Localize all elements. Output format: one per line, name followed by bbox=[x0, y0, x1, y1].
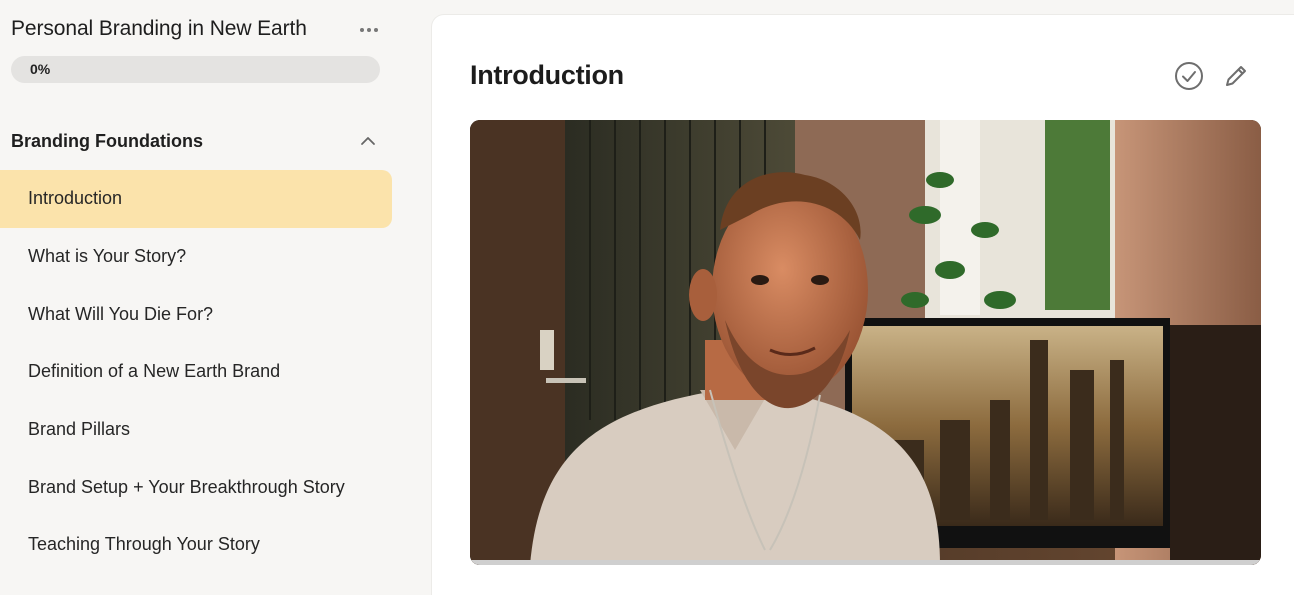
lesson-item-brand-setup[interactable]: Brand Setup + Your Breakthrough Story bbox=[0, 458, 392, 516]
lesson-item-what-will-you-die-for[interactable]: What Will You Die For? bbox=[0, 285, 392, 343]
course-sidebar: Personal Branding in New Earth 0% Brandi… bbox=[0, 0, 410, 577]
pencil-icon[interactable] bbox=[1220, 60, 1252, 92]
lesson-item-what-is-your-story[interactable]: What is Your Story? bbox=[0, 228, 392, 286]
progress-text: 0% bbox=[30, 61, 51, 77]
course-title: Personal Branding in New Earth bbox=[11, 17, 307, 40]
video-thumbnail bbox=[470, 120, 1261, 565]
lesson-item-definition-new-earth-brand[interactable]: Definition of a New Earth Brand bbox=[0, 343, 392, 401]
lesson-list: Introduction What is Your Story? What Wi… bbox=[0, 170, 392, 574]
more-options-icon[interactable] bbox=[356, 20, 382, 40]
lesson-item-introduction[interactable]: Introduction bbox=[0, 170, 392, 228]
chevron-up-icon[interactable] bbox=[359, 132, 377, 150]
section-title: Branding Foundations bbox=[11, 131, 203, 151]
lesson-title: Introduction bbox=[470, 60, 624, 90]
course-progress-bar: 0% bbox=[11, 56, 380, 83]
section-header-branding-foundations[interactable]: Branding Foundations bbox=[11, 128, 381, 154]
video-player[interactable] bbox=[470, 120, 1261, 565]
lesson-content: Introduction bbox=[432, 15, 1294, 595]
lesson-item-brand-pillars[interactable]: Brand Pillars bbox=[0, 401, 392, 459]
check-circle-icon[interactable] bbox=[1173, 60, 1205, 92]
lesson-item-teaching-through-story[interactable]: Teaching Through Your Story bbox=[0, 516, 392, 574]
